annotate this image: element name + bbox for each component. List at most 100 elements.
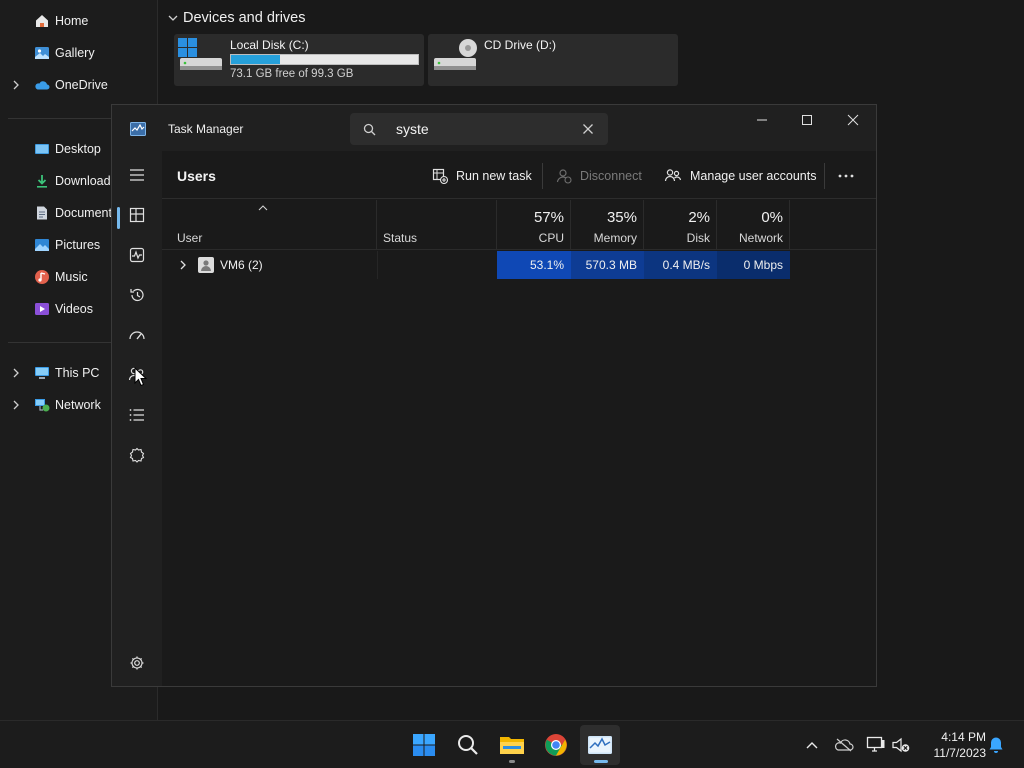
chrome-taskbar-button[interactable]	[536, 725, 576, 765]
cd-drive-icon	[432, 38, 478, 77]
expand-chevron-icon[interactable]	[178, 259, 188, 274]
title-bar[interactable]: Task Manager	[112, 105, 876, 151]
drive-d-tile[interactable]: CD Drive (D:)	[428, 34, 678, 86]
users-table-header: User Status 57% CPU 35% Memory 2% Disk 0…	[162, 200, 876, 250]
menu-icon	[130, 169, 144, 181]
manage-user-accounts-label: Manage user accounts	[690, 169, 817, 183]
videos-folder-icon	[34, 301, 50, 317]
nav-item-onedrive[interactable]: OneDrive	[0, 71, 158, 99]
chevron-up-icon	[806, 742, 818, 749]
nav-details[interactable]	[121, 399, 153, 431]
taskbar-search-button[interactable]	[448, 725, 488, 765]
manage-accounts-icon	[664, 169, 682, 182]
details-icon	[129, 409, 144, 421]
user-name: VM6 (2)	[220, 258, 263, 272]
column-total: 2%	[688, 209, 710, 226]
network-tray-button[interactable]	[866, 735, 886, 755]
column-header-user[interactable]: User	[162, 200, 377, 250]
task-manager-icon	[588, 736, 612, 754]
nav-app-history[interactable]	[121, 279, 153, 311]
clear-search-icon[interactable]	[582, 123, 594, 138]
toolbar-divider	[824, 163, 825, 189]
nav-startup-apps[interactable]	[121, 319, 153, 351]
show-hidden-icons-button[interactable]	[802, 735, 822, 755]
onedrive-icon	[34, 77, 50, 93]
chevron-right-icon[interactable]	[11, 367, 21, 379]
app-history-icon	[130, 288, 144, 302]
chevron-right-icon[interactable]	[11, 79, 21, 91]
file-explorer-icon	[500, 737, 524, 754]
nav-label: This PC	[55, 366, 100, 380]
close-icon	[847, 114, 859, 126]
home-icon	[34, 13, 50, 29]
search-box[interactable]	[350, 113, 608, 145]
devices-and-drives-header[interactable]: Devices and drives	[167, 10, 306, 26]
nav-label: Downloads	[55, 174, 117, 188]
nav-label: Pictures	[55, 238, 101, 252]
close-button[interactable]	[830, 105, 876, 135]
volume-tray-button[interactable]	[891, 735, 911, 755]
column-header-cpu[interactable]: 57% CPU	[497, 200, 571, 250]
nav-item-home[interactable]: Home	[0, 7, 158, 35]
notifications-button[interactable]	[986, 735, 1006, 755]
more-options-icon	[838, 174, 854, 178]
command-bar: Users Run new task Disconnect Manage use…	[162, 151, 876, 199]
chevron-right-icon[interactable]	[11, 399, 21, 411]
disconnect-button[interactable]: Disconnect	[556, 163, 642, 189]
column-total: 35%	[606, 209, 637, 226]
active-indicator	[594, 760, 608, 763]
column-label: User	[177, 231, 203, 245]
column-header-disk[interactable]: 2% Disk	[644, 200, 717, 250]
disk-value: 0.4 MB/s	[644, 251, 717, 279]
clock[interactable]: 4:14 PM 11/7/2023	[920, 729, 987, 761]
column-label: Memory	[593, 231, 637, 245]
more-options-button[interactable]	[838, 163, 862, 189]
performance-icon	[129, 247, 145, 263]
settings-icon	[130, 656, 144, 670]
nav-performance[interactable]	[121, 239, 153, 271]
task-manager-taskbar-button[interactable]	[580, 725, 620, 765]
nav-services[interactable]	[121, 439, 153, 471]
onedrive-tray-button[interactable]	[834, 735, 854, 755]
column-label: Status	[383, 231, 418, 245]
column-header-status[interactable]: Status	[377, 200, 497, 250]
window-title: Task Manager	[168, 122, 244, 136]
users-page: Users Run new task Disconnect Manage use…	[162, 151, 876, 686]
nav-label: Home	[55, 14, 89, 28]
nav-item-gallery[interactable]: Gallery	[0, 39, 158, 67]
file-explorer-taskbar-button[interactable]	[492, 725, 532, 765]
start-button[interactable]	[404, 725, 444, 765]
manage-user-accounts-button[interactable]: Manage user accounts	[664, 163, 816, 189]
table-row[interactable]: VM6 (2) 53.1% 570.3 MB 0.4 MB/s 0 Mbps	[162, 251, 876, 279]
pictures-folder-icon	[34, 237, 50, 253]
column-total: 0%	[761, 209, 783, 226]
toolbar-divider	[542, 163, 543, 189]
maximize-button[interactable]	[784, 105, 830, 135]
run-new-task-button[interactable]: Run new task	[432, 163, 532, 189]
column-label: Network	[738, 231, 783, 245]
minimize-button[interactable]	[739, 105, 785, 135]
nav-settings[interactable]	[121, 647, 153, 679]
column-header-memory[interactable]: 35% Memory	[571, 200, 644, 250]
mouse-cursor-icon	[134, 366, 148, 390]
drive-free-space: 73.1 GB free of 99.3 GB	[230, 68, 354, 80]
volume-muted-icon	[892, 737, 910, 753]
nav-processes[interactable]	[121, 199, 153, 231]
section-title: Devices and drives	[183, 10, 306, 26]
search-icon	[458, 735, 478, 755]
nav-label: Documents	[55, 206, 119, 220]
drive-c-tile[interactable]: Local Disk (C:) 73.1 GB free of 99.3 GB	[174, 34, 424, 86]
menu-button[interactable]	[121, 159, 153, 191]
desktop-folder-icon	[34, 141, 50, 157]
local-disk-icon	[178, 38, 224, 77]
page-title: Users	[177, 168, 216, 184]
drive-usage-fill	[231, 55, 281, 64]
column-header-network[interactable]: 0% Network	[717, 200, 790, 250]
run-new-task-icon	[432, 168, 448, 184]
nav-label: Music	[55, 270, 88, 284]
drive-name: CD Drive (D:)	[484, 38, 556, 52]
column-label: Disk	[686, 231, 710, 245]
search-input[interactable]	[396, 119, 576, 139]
drive-name: Local Disk (C:)	[230, 38, 309, 52]
column-total: 57%	[533, 209, 564, 226]
